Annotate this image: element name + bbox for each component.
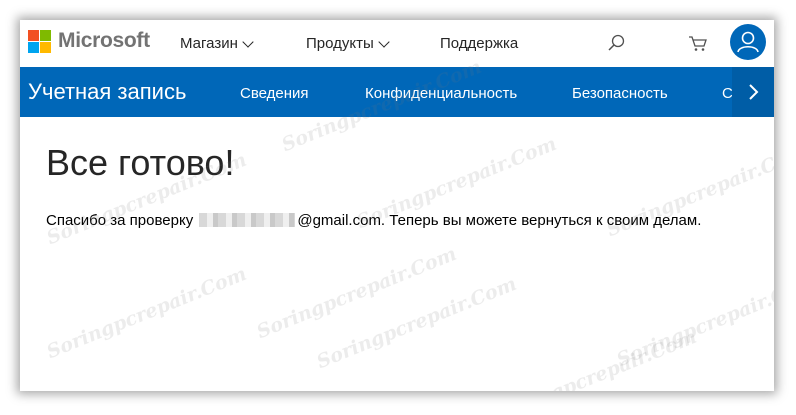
watermark: Soringpcrepair.Com xyxy=(613,270,774,372)
scroll-right-button[interactable] xyxy=(732,67,774,117)
microsoft-logo-icon[interactable] xyxy=(28,30,52,54)
nav-products-label: Продукты xyxy=(306,35,374,52)
brand-wordmark[interactable]: Microsoft xyxy=(58,29,150,53)
search-icon[interactable] xyxy=(606,32,628,54)
message-suffix: Теперь вы можете вернуться к своим делам… xyxy=(389,212,702,229)
chevron-down-icon xyxy=(378,36,390,48)
watermark: Soringpcrepair.Com xyxy=(253,242,460,344)
account-tab-truncated[interactable]: С xyxy=(722,85,732,102)
browser-page: Microsoft Магазин Продукты Поддержка Уче… xyxy=(20,20,774,391)
nav-products[interactable]: Продукты xyxy=(306,35,390,52)
redacted-email xyxy=(199,213,296,227)
nav-store[interactable]: Магазин xyxy=(180,35,254,52)
chevron-down-icon xyxy=(242,36,254,48)
watermark: Soringpcrepair.Com xyxy=(313,272,520,374)
account-title[interactable]: Учетная запись xyxy=(28,79,186,105)
message-prefix: Спасибо за проверку xyxy=(46,212,194,229)
watermark: Soringpcrepair.Com xyxy=(493,325,700,391)
user-avatar-icon[interactable] xyxy=(730,24,766,60)
chevron-right-icon xyxy=(749,84,759,100)
confirmation-message: Спасибо за проверку @gmail.com. Теперь в… xyxy=(46,212,701,229)
cart-icon[interactable] xyxy=(687,32,709,54)
account-nav-bar: Учетная запись Сведения Конфиденциальнос… xyxy=(20,67,774,117)
page-title: Все готово! xyxy=(46,142,235,183)
watermark: Soringpcrepair.Com xyxy=(43,262,250,364)
nav-support[interactable]: Поддержка xyxy=(440,35,518,52)
nav-store-label: Магазин xyxy=(180,35,238,52)
nav-support-label: Поддержка xyxy=(440,35,519,52)
account-tab-privacy[interactable]: Конфиденциальность xyxy=(365,85,517,102)
account-tab-security[interactable]: Безопасность xyxy=(572,85,668,102)
site-header: Microsoft Магазин Продукты Поддержка xyxy=(20,20,774,66)
message-email-domain: @gmail.com. xyxy=(297,212,386,229)
account-tab-info[interactable]: Сведения xyxy=(240,85,309,102)
